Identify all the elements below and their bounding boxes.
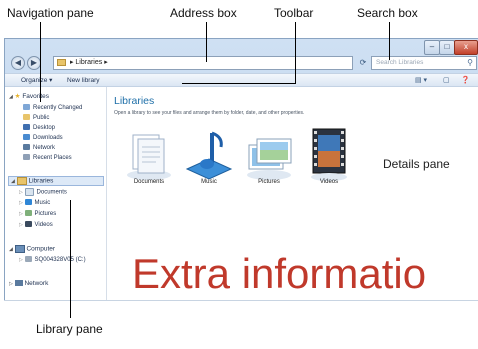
library-label-videos[interactable]: Videos [299, 179, 359, 185]
network-label: Network [24, 280, 49, 287]
music-icon [24, 199, 32, 206]
nav-label: Documents [36, 189, 67, 196]
view-options-icon[interactable]: ▤ ▾ [415, 75, 427, 86]
organize-button[interactable]: Organize ▾ [21, 74, 52, 87]
pictures-icon [24, 210, 32, 217]
expand-icon[interactable]: ▷ [19, 211, 23, 217]
refresh-icon[interactable]: ⟳ [355, 56, 371, 70]
library-label-documents[interactable]: Documents [119, 179, 179, 185]
pictures-library-icon[interactable] [239, 125, 299, 185]
callout-library-pane: Library pane [36, 322, 103, 336]
expand-icon[interactable]: ◢ [9, 94, 13, 100]
callout-address-box: Address box [170, 6, 237, 20]
expand-icon[interactable]: ◢ [11, 179, 15, 185]
overlay-extra-information: Extra informatio [132, 250, 427, 297]
nav-label: Music [34, 200, 51, 206]
nav-drive-c[interactable]: ▷ SQ004328V05 (C:) [19, 256, 86, 264]
nav-libraries-header[interactable]: ◢ Libraries [8, 176, 104, 186]
network-icon [23, 144, 30, 151]
nav-label: Downloads [33, 135, 63, 141]
network-icon [14, 280, 23, 287]
new-library-button[interactable]: New library [67, 74, 100, 87]
window-controls: – □ x [424, 40, 478, 55]
address-row: ◀ ▶ ▸ Libraries ▸ ⟳ Search Libraries ⚲ [5, 55, 478, 73]
downloads-icon [23, 134, 30, 141]
expand-icon[interactable]: ◢ [9, 247, 13, 253]
videos-icon [24, 221, 32, 228]
library-pane-pointer [70, 200, 71, 318]
nav-label: Public [33, 115, 50, 121]
nav-library-music[interactable]: ▷ Music [19, 199, 50, 207]
navigation-pane: ◢ ★ Favorites Recently Changed Public De… [5, 87, 107, 300]
help-icon[interactable]: ❓ [461, 75, 470, 86]
search-icon: ⚲ [467, 58, 473, 67]
computer-icon [14, 245, 25, 253]
nav-library-documents[interactable]: ▷ Documents [19, 188, 67, 197]
library-label-pictures[interactable]: Pictures [239, 179, 299, 185]
expand-icon[interactable]: ▷ [19, 190, 23, 196]
back-button[interactable]: ◀ [11, 56, 25, 70]
callout-navigation-pane: Navigation pane [7, 6, 94, 20]
star-icon: ★ [14, 93, 21, 100]
address-box[interactable]: ▸ Libraries ▸ [53, 56, 353, 70]
recent-icon [23, 104, 30, 111]
page-description: Open a library to see your files and arr… [114, 110, 305, 116]
window-bottom-edge [4, 300, 478, 301]
nav-library-videos[interactable]: ▷ Videos [19, 221, 53, 229]
expand-icon[interactable]: ▷ [19, 257, 23, 263]
expand-icon[interactable]: ▷ [19, 222, 23, 228]
toolbar-pointer-h [182, 83, 296, 84]
nav-favorite-network[interactable]: Network [23, 144, 55, 152]
nav-favorite-desktop[interactable]: Desktop [23, 124, 55, 132]
nav-label: Pictures [34, 211, 57, 217]
maximize-button[interactable]: □ [439, 40, 455, 55]
library-label-music[interactable]: Music [179, 179, 239, 185]
desktop-icon [23, 124, 30, 131]
expand-icon[interactable]: ▷ [9, 281, 13, 287]
nav-favorite-public[interactable]: Public [23, 114, 49, 122]
nav-label: SQ004328V05 (C:) [34, 257, 86, 263]
callout-details-pane: Details pane [383, 157, 450, 171]
preview-pane-icon[interactable]: ▢ [443, 75, 450, 86]
nav-favorite-downloads[interactable]: Downloads [23, 134, 63, 142]
documents-library-icon[interactable] [119, 125, 179, 185]
nav-favorites-header[interactable]: ◢ ★ Favorites [9, 93, 49, 101]
address-box-pointer [206, 22, 207, 62]
nav-label: Desktop [33, 125, 56, 131]
forward-button[interactable]: ▶ [27, 56, 41, 70]
callout-search-box: Search box [357, 6, 418, 20]
libraries-icon [16, 177, 27, 185]
callout-toolbar: Toolbar [274, 6, 314, 20]
search-box[interactable]: Search Libraries ⚲ [371, 56, 477, 70]
nav-network-header[interactable]: ▷ Network [9, 280, 48, 288]
expand-icon[interactable]: ▷ [19, 200, 23, 206]
folder-icon [57, 58, 66, 66]
minimize-button[interactable]: – [424, 40, 440, 55]
recent-places-icon [23, 154, 30, 161]
nav-library-pictures[interactable]: ▷ Pictures [19, 210, 56, 218]
folder-icon [23, 114, 30, 121]
search-placeholder: Search Libraries [376, 59, 424, 66]
address-text: ▸ Libraries ▸ [69, 59, 108, 66]
libraries-label: Libraries [28, 177, 54, 185]
computer-label: Computer [26, 245, 56, 253]
nav-label: Network [33, 145, 56, 151]
nav-favorite-recent-places[interactable]: Recent Places [23, 154, 72, 162]
nav-label: Recently Changed [33, 105, 83, 111]
toolbar: Organize ▾ New library ▤ ▾ ▢ ❓ [5, 73, 478, 87]
documents-icon [24, 188, 34, 196]
nav-computer-header[interactable]: ◢ Computer [9, 245, 55, 254]
nav-label: Videos [34, 222, 53, 228]
nav-label: Recent Places [33, 155, 72, 161]
page-title: Libraries [114, 95, 155, 107]
navigation-pane-pointer [40, 22, 41, 102]
music-library-icon[interactable] [179, 125, 239, 185]
close-button[interactable]: x [454, 40, 478, 55]
nav-favorite-recently-changed[interactable]: Recently Changed [23, 104, 82, 112]
toolbar-pointer-v [295, 22, 296, 84]
search-box-pointer [389, 22, 390, 60]
drive-icon [24, 256, 32, 263]
favorites-label: Favorites [22, 93, 50, 100]
videos-library-icon[interactable] [299, 125, 359, 185]
